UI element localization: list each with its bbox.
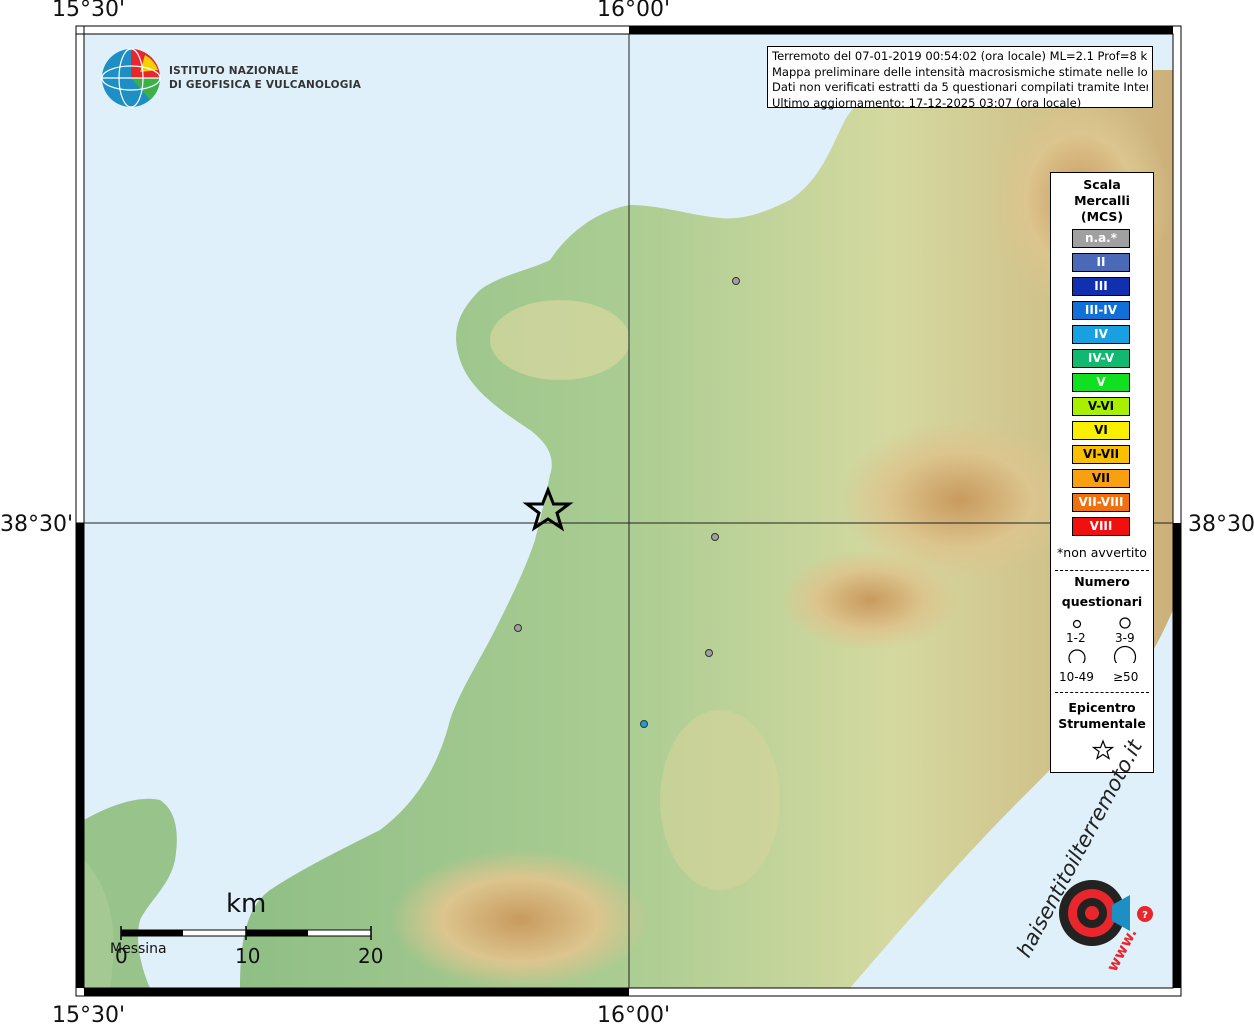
count-symbol-medium-icon <box>1119 617 1131 629</box>
count-symbol-large-icon <box>1068 649 1086 663</box>
mcs-item: VII <box>1072 469 1130 488</box>
mcs-item: III-IV <box>1072 301 1130 320</box>
ingv-line2: DI GEOFISICA E VULCANOLOGIA <box>169 79 362 91</box>
info-line4: Ultimo aggiornamento: 17-12-2025 03:07 (… <box>772 95 1082 110</box>
info-line1: Terremoto del 07-01-2019 00:54:02 (ora l… <box>772 49 1148 63</box>
coord-left-mid: 38°30' <box>0 512 74 537</box>
coord-bottom-left: 15°30' <box>52 1003 126 1028</box>
count-label-4: ≥50 <box>1113 670 1139 684</box>
relief-south <box>660 710 780 890</box>
scale-unit: km <box>226 889 267 919</box>
count-label-2: 3-9 <box>1115 631 1135 645</box>
frame-bar-right-bottom <box>1173 523 1181 988</box>
place-messina: Messina <box>110 941 167 957</box>
epi-title-line1: Epicentro <box>1068 700 1136 715</box>
relief-capo-vaticano <box>490 300 630 380</box>
coord-top-left: 15°30' <box>52 0 126 22</box>
relief-aspromonte <box>390 850 650 988</box>
mcs-item: V-VI <box>1072 397 1130 416</box>
legend-note: *non avvertito <box>1057 545 1147 560</box>
legend-divider-2 <box>1055 692 1149 693</box>
info-line3: Dati non verificati estratti da 5 questi… <box>772 80 1148 94</box>
count-label-3: 10-49 <box>1059 670 1094 684</box>
mcs-item: n.a.* <box>1072 229 1130 248</box>
legend-title-line2: Mercalli <box>1074 193 1130 208</box>
map-point <box>732 277 740 285</box>
map-point <box>514 624 522 632</box>
mcs-item: IV-V <box>1072 349 1130 368</box>
mcs-item: V <box>1072 373 1130 392</box>
mcs-item: VII-VIII <box>1072 493 1130 512</box>
legend-divider <box>1055 570 1149 571</box>
coord-top-center: 16°00' <box>597 0 671 22</box>
count-title-line1: Numero <box>1074 574 1130 589</box>
mcs-item: III <box>1072 277 1130 296</box>
count-symbol-xlarge-icon <box>1113 645 1137 663</box>
mcs-item: VI <box>1072 421 1130 440</box>
coord-bottom-center: 16°00' <box>597 1003 671 1028</box>
frame-bar-left-bottom <box>76 523 84 988</box>
relief-central <box>780 550 960 650</box>
legend-title-line1: Scala <box>1083 177 1121 192</box>
count-symbol-small-icon <box>1072 619 1082 629</box>
legend-panel: Scala Mercalli (MCS) n.a.* II III III-IV IV I… <box>1050 172 1154 773</box>
ingv-logo-icon <box>101 48 161 108</box>
mcs-item: IV <box>1072 325 1130 344</box>
frame-bar-top <box>629 26 1173 34</box>
map-point <box>711 533 719 541</box>
ingv-logo-text: ISTITUTO NAZIONALE DI GEOFISICA E VULCAN… <box>169 64 361 92</box>
coord-right-mid: 38°30' <box>1188 512 1254 537</box>
scale-tick-20: 20 <box>358 944 384 968</box>
map-point <box>705 649 713 657</box>
event-info-box: Terremoto del 07-01-2019 00:54:02 (ora l… <box>767 46 1153 110</box>
mcs-item: VI-VII <box>1072 445 1130 464</box>
count-title-line2: questionari <box>1061 594 1143 609</box>
svg-text:?: ? <box>1142 910 1148 921</box>
mcs-item: II <box>1072 253 1130 272</box>
scale-tick-10: 10 <box>235 944 261 968</box>
epicenter-legend-star-icon <box>1092 739 1114 760</box>
mcs-item: VIII <box>1072 517 1130 536</box>
legend-title: Scala Mercalli (MCS) <box>1051 177 1153 225</box>
frame-bar-left-top <box>75 33 85 524</box>
count-label-1: 1-2 <box>1066 631 1086 645</box>
frame-bar-bottom <box>84 988 629 996</box>
ingv-line1: ISTITUTO NAZIONALE <box>169 65 299 77</box>
frame-corner <box>75 25 85 35</box>
info-line2: Mappa preliminare delle intensità macros… <box>772 64 1148 79</box>
legend-title-line3: (MCS) <box>1080 209 1124 224</box>
epi-title-line2: Strumentale <box>1058 716 1146 731</box>
map-point <box>640 720 648 728</box>
